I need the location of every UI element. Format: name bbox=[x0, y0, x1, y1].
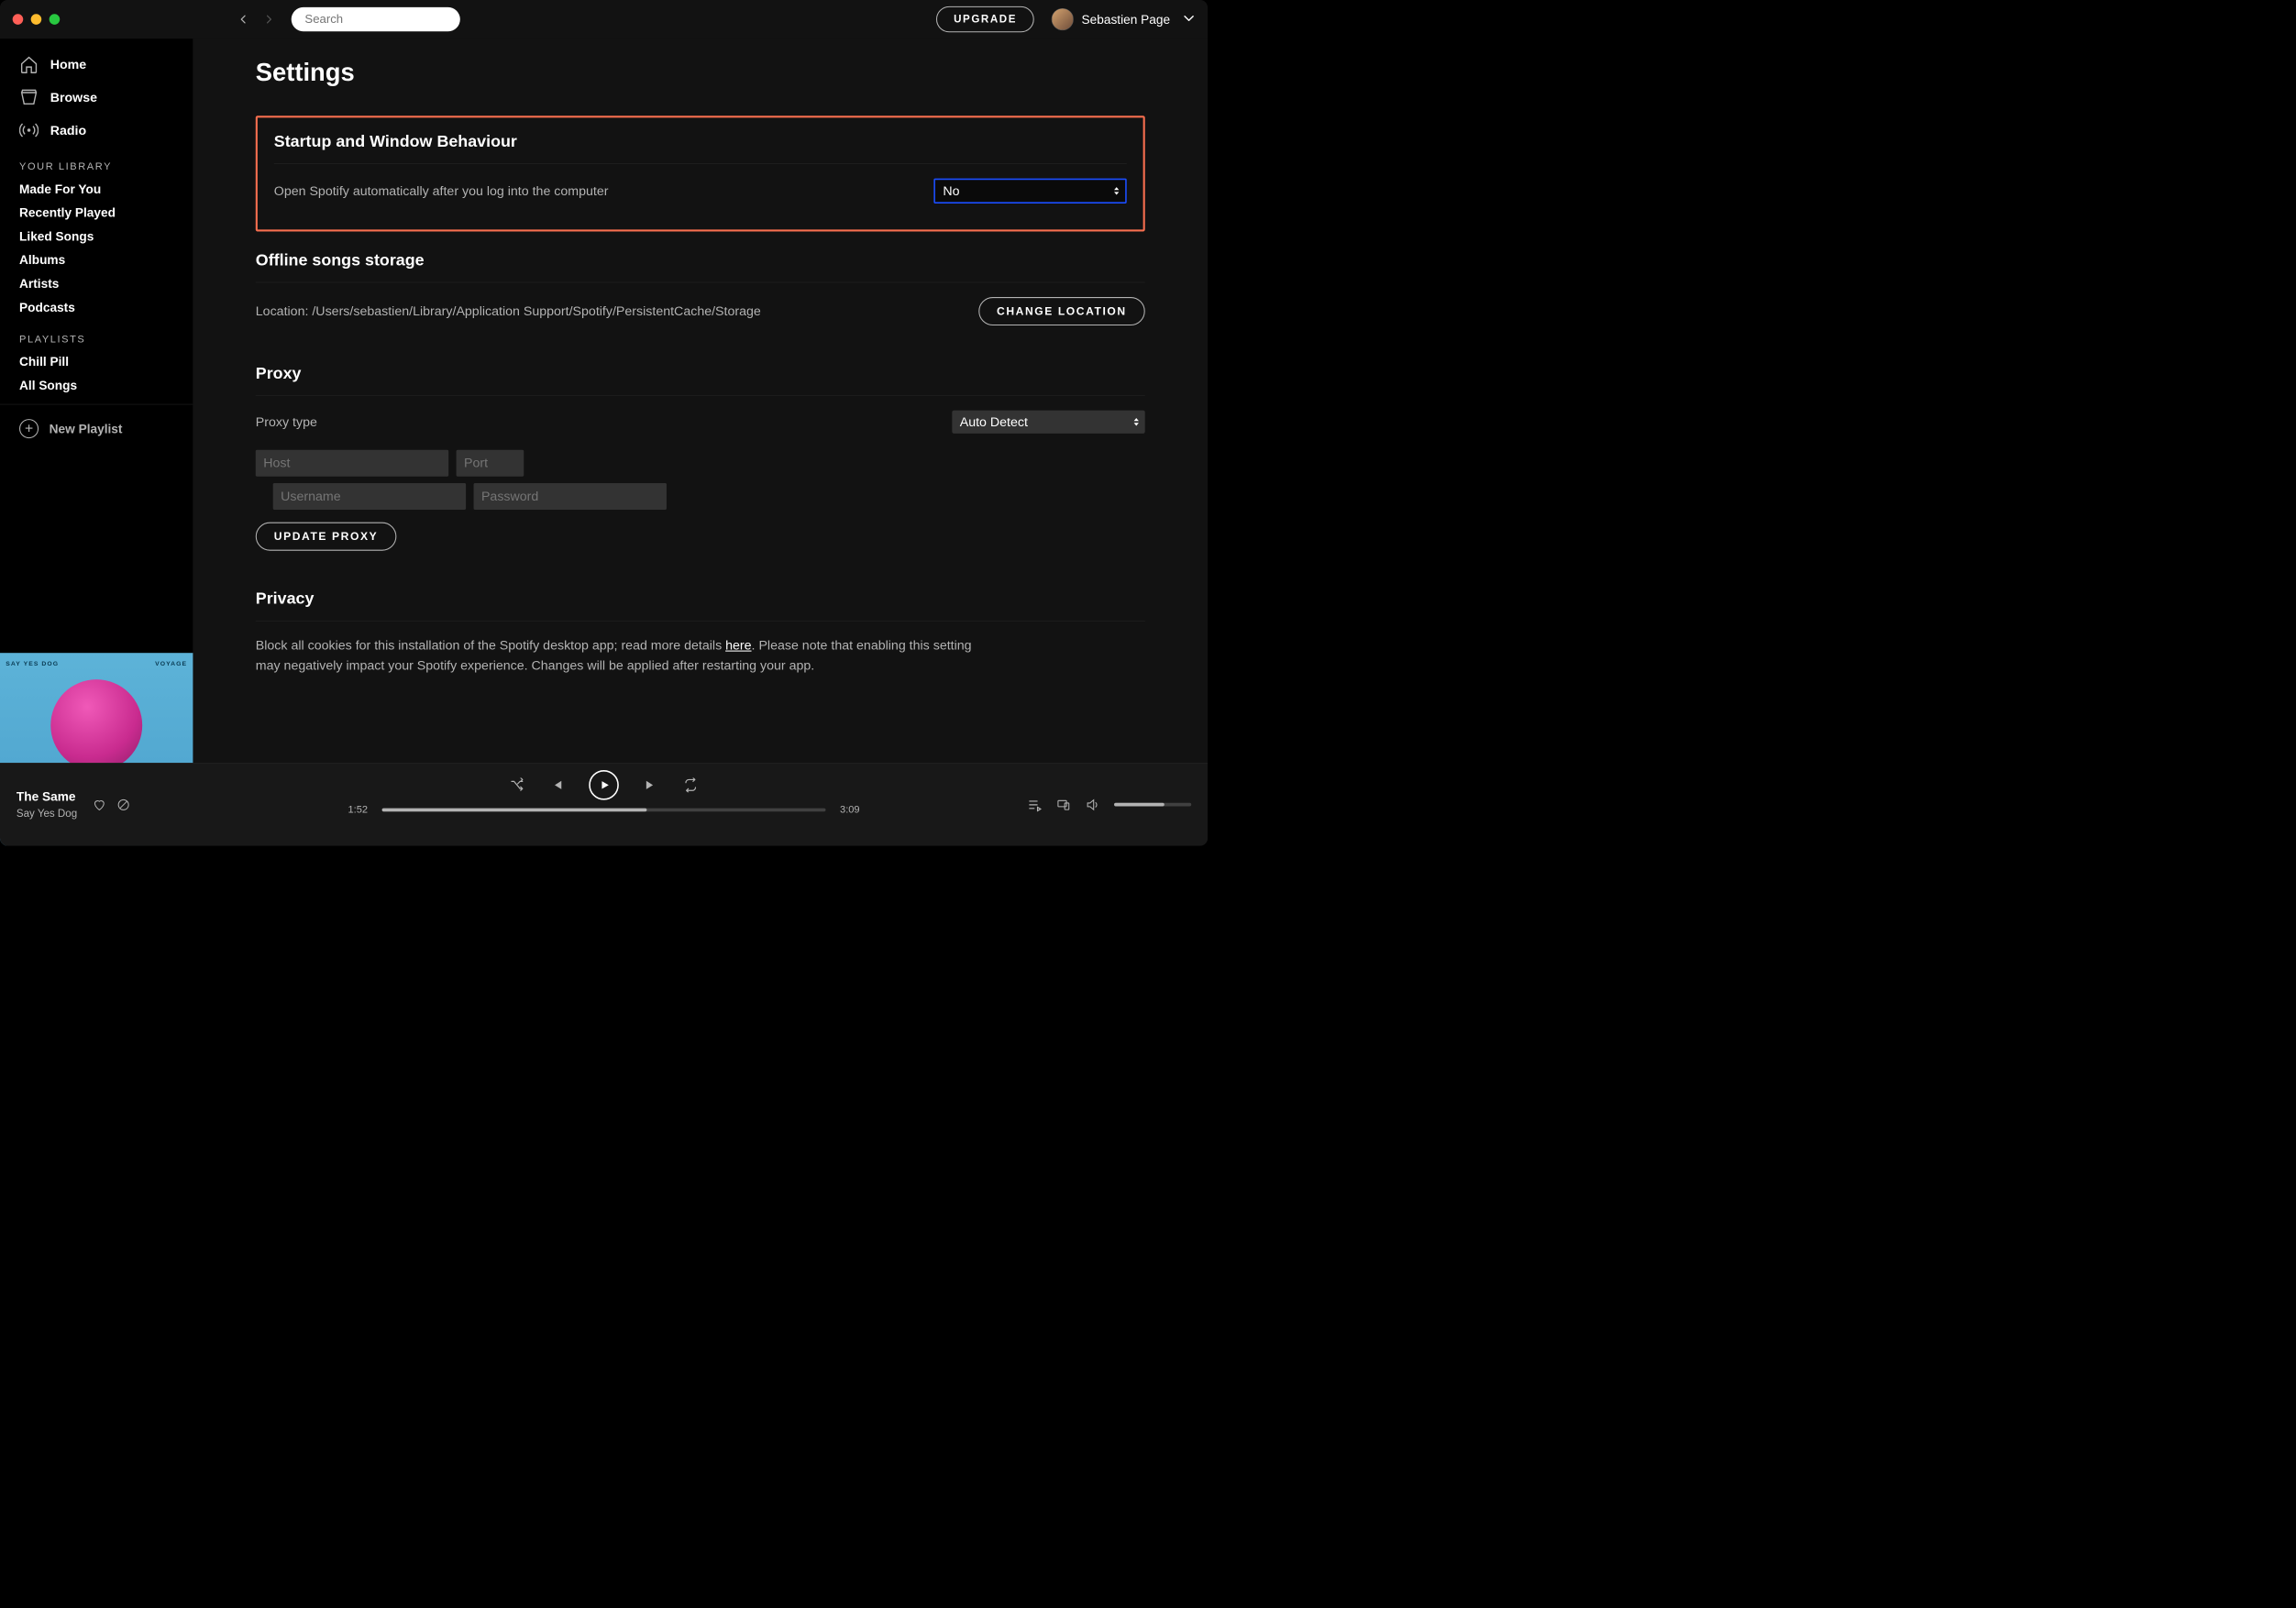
sidebar-item-home[interactable]: Home bbox=[0, 49, 193, 82]
browse-icon bbox=[19, 88, 39, 107]
queue-icon[interactable] bbox=[1027, 798, 1042, 812]
track-artist[interactable]: Say Yes Dog bbox=[17, 808, 77, 821]
user-menu-button[interactable]: Sebastien Page bbox=[1052, 8, 1196, 30]
sidebar-item-artists[interactable]: Artists bbox=[0, 272, 193, 296]
avatar bbox=[1052, 8, 1074, 30]
seek-bar[interactable] bbox=[382, 808, 826, 811]
volume-bar[interactable] bbox=[1114, 803, 1191, 807]
previous-track-icon[interactable] bbox=[549, 777, 564, 792]
sidebar: Home Browse Radio YOUR LIBRARY Made For … bbox=[0, 39, 193, 846]
sidebar-playlists-heading: PLAYLISTS bbox=[0, 319, 193, 350]
sidebar-item-recently-played[interactable]: Recently Played bbox=[0, 201, 193, 225]
proxy-host-input[interactable] bbox=[256, 450, 448, 477]
update-proxy-button[interactable]: UPDATE PROXY bbox=[256, 523, 396, 551]
sidebar-item-radio[interactable]: Radio bbox=[0, 114, 193, 147]
select-value: Auto Detect bbox=[960, 414, 1028, 429]
offline-section: Offline songs storage Location: /Users/s… bbox=[256, 251, 1145, 326]
sidebar-item-browse[interactable]: Browse bbox=[0, 81, 193, 114]
volume-icon[interactable] bbox=[1086, 798, 1100, 812]
new-playlist-label: New Playlist bbox=[50, 421, 123, 435]
track-title[interactable]: The Same bbox=[17, 789, 77, 804]
home-icon bbox=[19, 55, 39, 74]
startup-autolaunch-select[interactable]: No bbox=[933, 179, 1126, 204]
search-input-wrapper[interactable] bbox=[292, 7, 460, 31]
new-playlist-button[interactable]: + New Playlist bbox=[0, 412, 193, 446]
maximize-window-icon[interactable] bbox=[50, 14, 61, 25]
select-value: No bbox=[943, 183, 959, 198]
sidebar-playlist-all-songs[interactable]: All Songs bbox=[0, 374, 193, 398]
close-window-icon[interactable] bbox=[13, 14, 24, 25]
sidebar-item-podcasts[interactable]: Podcasts bbox=[0, 295, 193, 319]
shuffle-icon[interactable] bbox=[510, 777, 524, 792]
proxy-heading: Proxy bbox=[256, 364, 1145, 383]
proxy-type-label: Proxy type bbox=[256, 413, 933, 432]
select-caret-icon bbox=[1133, 418, 1139, 426]
time-elapsed: 1:52 bbox=[344, 804, 373, 816]
radio-icon bbox=[19, 121, 39, 140]
proxy-port-input[interactable] bbox=[457, 450, 524, 477]
minimize-window-icon[interactable] bbox=[31, 14, 42, 25]
startup-heading: Startup and Window Behaviour bbox=[274, 132, 1127, 151]
block-icon[interactable] bbox=[116, 798, 130, 811]
sidebar-item-albums[interactable]: Albums bbox=[0, 248, 193, 272]
select-caret-icon bbox=[1114, 187, 1120, 195]
privacy-details-link[interactable]: here bbox=[725, 638, 751, 653]
sidebar-item-made-for-you[interactable]: Made For You bbox=[0, 178, 193, 202]
main-content: Settings Startup and Window Behaviour Op… bbox=[193, 39, 1208, 846]
sidebar-item-label: Browse bbox=[50, 90, 97, 105]
username-label: Sebastien Page bbox=[1082, 12, 1171, 27]
offline-heading: Offline songs storage bbox=[256, 251, 1145, 270]
privacy-text: Block all cookies for this installation … bbox=[256, 635, 994, 676]
search-input[interactable] bbox=[304, 12, 459, 26]
proxy-section: Proxy Proxy type Auto Detect bbox=[256, 364, 1145, 551]
chevron-down-icon bbox=[1183, 12, 1196, 27]
time-total: 3:09 bbox=[835, 804, 865, 816]
now-playing-info: The Same Say Yes Dog bbox=[17, 789, 77, 820]
play-button[interactable] bbox=[589, 770, 619, 800]
sidebar-item-label: Radio bbox=[50, 123, 86, 138]
proxy-password-input[interactable] bbox=[474, 483, 667, 510]
privacy-heading: Privacy bbox=[256, 589, 1145, 609]
upgrade-button[interactable]: UPGRADE bbox=[936, 6, 1034, 32]
player-bar: The Same Say Yes Dog 1:52 3:09 bbox=[0, 763, 1208, 845]
devices-icon[interactable] bbox=[1056, 798, 1071, 812]
sidebar-item-liked-songs[interactable]: Liked Songs bbox=[0, 225, 193, 248]
nav-forward-button[interactable] bbox=[263, 14, 274, 25]
sidebar-library-heading: YOUR LIBRARY bbox=[0, 147, 193, 178]
topbar: UPGRADE Sebastien Page bbox=[0, 0, 1208, 39]
nav-back-button[interactable] bbox=[238, 14, 249, 25]
sidebar-playlist-chill-pill[interactable]: Chill Pill bbox=[0, 350, 193, 374]
startup-section-highlight: Startup and Window Behaviour Open Spotif… bbox=[256, 116, 1145, 231]
page-title: Settings bbox=[256, 58, 1145, 87]
change-location-button[interactable]: CHANGE LOCATION bbox=[978, 297, 1145, 325]
album-art-text1: SAY YES DOG bbox=[6, 660, 59, 667]
next-track-icon[interactable] bbox=[644, 777, 658, 792]
sidebar-item-label: Home bbox=[50, 57, 86, 72]
proxy-type-select[interactable]: Auto Detect bbox=[952, 411, 1144, 434]
privacy-section: Privacy Block all cookies for this insta… bbox=[256, 589, 1145, 677]
album-art-text2: VOYAGE bbox=[155, 660, 187, 667]
offline-location-text: Location: /Users/sebastien/Library/Appli… bbox=[256, 302, 959, 321]
plus-icon: + bbox=[19, 419, 39, 438]
proxy-username-input[interactable] bbox=[273, 483, 466, 510]
startup-label: Open Spotify automatically after you log… bbox=[274, 182, 915, 201]
heart-icon[interactable] bbox=[93, 798, 106, 811]
repeat-icon[interactable] bbox=[683, 777, 698, 792]
window-controls bbox=[13, 14, 61, 25]
